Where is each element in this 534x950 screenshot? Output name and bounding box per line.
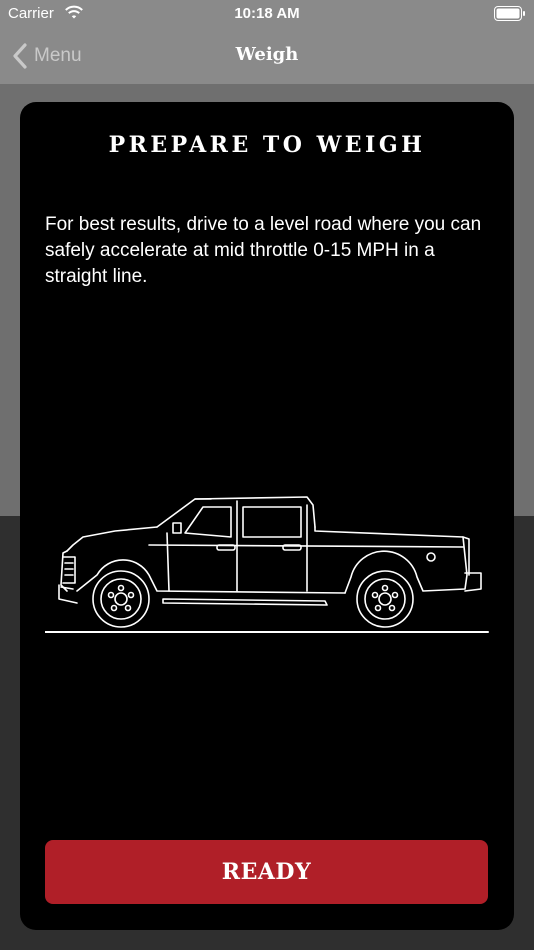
screen: Carrier 10:18 AM Menu Weigh PREPARE TO W…	[0, 0, 534, 950]
navigation-bar: Menu Weigh	[0, 28, 534, 84]
time-label: 10:18 AM	[234, 5, 300, 22]
ready-button[interactable]: READY	[45, 840, 488, 904]
card-title: PREPARE TO WEIGH	[108, 132, 426, 158]
instruction-text: For best results, drive to a level road …	[45, 214, 482, 287]
pickup-truck-illustration	[45, 496, 489, 633]
battery-icon	[494, 6, 525, 21]
page-title: Weigh	[235, 44, 299, 65]
weigh-card: PREPARE TO WEIGH For best results, drive…	[20, 102, 514, 930]
status-bar: Carrier 10:18 AM	[0, 0, 534, 28]
